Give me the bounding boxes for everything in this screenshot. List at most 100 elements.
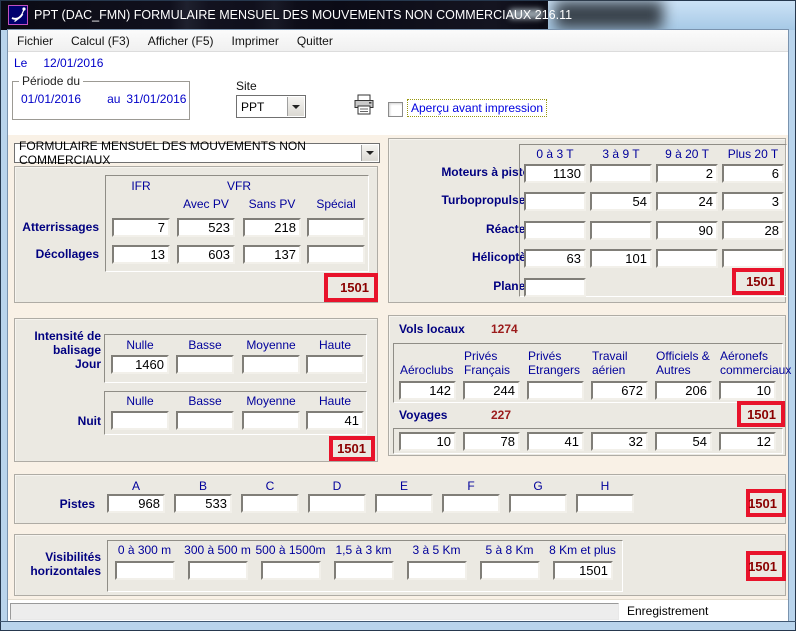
decollages-special-input[interactable]	[307, 245, 365, 264]
movements-total-badge: 1501	[324, 273, 378, 302]
piste-f-input[interactable]	[442, 494, 500, 513]
atterrissages-sanspv-input[interactable]	[243, 218, 301, 237]
preview-checkbox[interactable]	[388, 102, 403, 117]
date-value: 12/01/2016	[43, 56, 103, 70]
col-header-b: B	[174, 480, 232, 493]
pistons-0-3t-input[interactable]	[524, 164, 586, 183]
balisage-nuit-table: Nulle Basse Moyenne Haute	[104, 391, 367, 435]
preview-checkbox-label[interactable]: Aperçu avant impression	[407, 99, 547, 117]
piste-b-input[interactable]	[174, 494, 232, 513]
atterrissages-avecpv-input[interactable]	[177, 218, 235, 237]
decollages-ifr-input[interactable]	[112, 245, 170, 264]
menu-item-afficher[interactable]: Afficher (F5)	[139, 32, 223, 50]
chevron-down-icon[interactable]	[361, 145, 378, 161]
col-header-d: D	[308, 480, 366, 493]
turbo-plus20-input[interactable]	[722, 192, 784, 211]
locaux-commerciaux-input[interactable]	[719, 381, 776, 400]
col-header-commerciaux: Aéronefs commerciaux	[720, 347, 784, 377]
locaux-prives-fr-input[interactable]	[463, 381, 520, 400]
visibilites-label: Visibilités horizontales	[15, 550, 101, 578]
menu-item-fichier[interactable]: Fichier	[8, 32, 62, 50]
col-header-a: A	[107, 480, 165, 493]
vis-5-8km-input[interactable]	[480, 561, 540, 580]
voyages-aeroclubs-input[interactable]	[399, 432, 456, 451]
locaux-aeroclubs-input[interactable]	[399, 381, 456, 400]
voyages-table	[393, 428, 783, 454]
turbo-9-20t-input[interactable]	[656, 192, 718, 211]
piste-a-input[interactable]	[107, 494, 165, 513]
helico-0-3t-input[interactable]	[524, 249, 586, 268]
nuit-nulle-input[interactable]	[111, 411, 169, 430]
jour-nulle-input[interactable]	[111, 355, 169, 374]
helico-9-20t-input[interactable]	[656, 249, 718, 268]
atterrissages-special-input[interactable]	[307, 218, 365, 237]
reacteurs-0-3t-input[interactable]	[524, 221, 586, 240]
helico-3-9t-input[interactable]	[590, 249, 652, 268]
voyages-prives-fr-input[interactable]	[463, 432, 520, 451]
reacteurs-3-9t-input[interactable]	[590, 221, 652, 240]
periode-legend: Période du	[19, 74, 83, 88]
balisage-total-badge: 1501	[329, 436, 375, 461]
status-text: Enregistrement	[627, 604, 708, 618]
printer-icon[interactable]	[352, 94, 376, 116]
vis-8km-plus-input[interactable]	[553, 561, 613, 580]
site-combobox[interactable]: PPT	[236, 95, 306, 118]
helico-plus20-input[interactable]	[722, 249, 784, 268]
voyages-commerciaux-input[interactable]	[719, 432, 776, 451]
col-header-3-9t: 3 à 9 T	[590, 148, 652, 161]
locaux-prives-etr-input[interactable]	[527, 381, 584, 400]
menu-item-imprimer[interactable]: Imprimer	[223, 32, 288, 50]
col-header-moyenne: Moyenne	[242, 395, 300, 408]
periode-from: 01/01/2016	[21, 92, 81, 106]
vis-300-500m-input[interactable]	[188, 561, 248, 580]
vis-15-3km-input[interactable]	[334, 561, 394, 580]
nuit-basse-input[interactable]	[176, 411, 234, 430]
vis-3-5km-input[interactable]	[407, 561, 467, 580]
turbo-0-3t-input[interactable]	[524, 192, 586, 211]
tonnage-table: 0 à 3 T 3 à 9 T 9 à 20 T Plus 20 T	[519, 144, 787, 297]
vols-total-badge: 1501	[737, 401, 785, 427]
form-selector-combobox[interactable]: FORMULAIRE MENSUEL DES MOUVEMENTS NON CO…	[14, 143, 380, 163]
voyages-travail-input[interactable]	[591, 432, 648, 451]
date-label: Le	[14, 56, 27, 70]
voyages-officiels-input[interactable]	[655, 432, 712, 451]
turbo-3-9t-input[interactable]	[590, 192, 652, 211]
atterrissages-label: Atterrissages	[15, 220, 99, 234]
nuit-haute-input[interactable]	[306, 411, 364, 430]
atterrissages-ifr-input[interactable]	[112, 218, 170, 237]
piste-d-input[interactable]	[308, 494, 366, 513]
col-header-3-5km: 3 à 5 Km	[400, 544, 473, 557]
reacteurs-9-20t-input[interactable]	[656, 221, 718, 240]
menu-item-quitter[interactable]: Quitter	[288, 32, 342, 50]
vis-500-1500m-input[interactable]	[261, 561, 321, 580]
col-header-500-1500m: 500 à 1500m	[254, 544, 327, 557]
piste-e-input[interactable]	[375, 494, 433, 513]
piste-g-input[interactable]	[509, 494, 567, 513]
voyages-prives-etr-input[interactable]	[527, 432, 584, 451]
nuit-moyenne-input[interactable]	[242, 411, 300, 430]
col-header-special: Spécial	[307, 198, 365, 211]
decollages-sanspv-input[interactable]	[243, 245, 301, 264]
site-selected-value: PPT	[241, 100, 264, 114]
chevron-down-icon[interactable]	[287, 97, 304, 116]
menu-item-calcul[interactable]: Calcul (F3)	[62, 32, 139, 50]
piste-c-input[interactable]	[241, 494, 299, 513]
visibilites-total-badge: 1501	[746, 551, 786, 581]
locaux-officiels-input[interactable]	[655, 381, 712, 400]
current-date-line: Le 12/01/2016	[14, 56, 103, 70]
col-header-nulle: Nulle	[111, 339, 169, 352]
pistons-9-20t-input[interactable]	[656, 164, 718, 183]
jour-moyenne-input[interactable]	[242, 355, 300, 374]
reacteurs-plus20-input[interactable]	[722, 221, 784, 240]
menubar: Fichier Calcul (F3) Afficher (F5) Imprim…	[8, 30, 788, 52]
pistons-plus20-input[interactable]	[722, 164, 784, 183]
pistons-3-9t-input[interactable]	[590, 164, 652, 183]
decollages-avecpv-input[interactable]	[177, 245, 235, 264]
locaux-travail-input[interactable]	[591, 381, 648, 400]
vis-0-300m-input[interactable]	[115, 561, 175, 580]
jour-haute-input[interactable]	[306, 355, 364, 374]
jour-basse-input[interactable]	[176, 355, 234, 374]
piste-h-input[interactable]	[576, 494, 634, 513]
app-icon[interactable]	[8, 5, 28, 25]
planeurs-0-3t-input[interactable]	[524, 278, 586, 297]
